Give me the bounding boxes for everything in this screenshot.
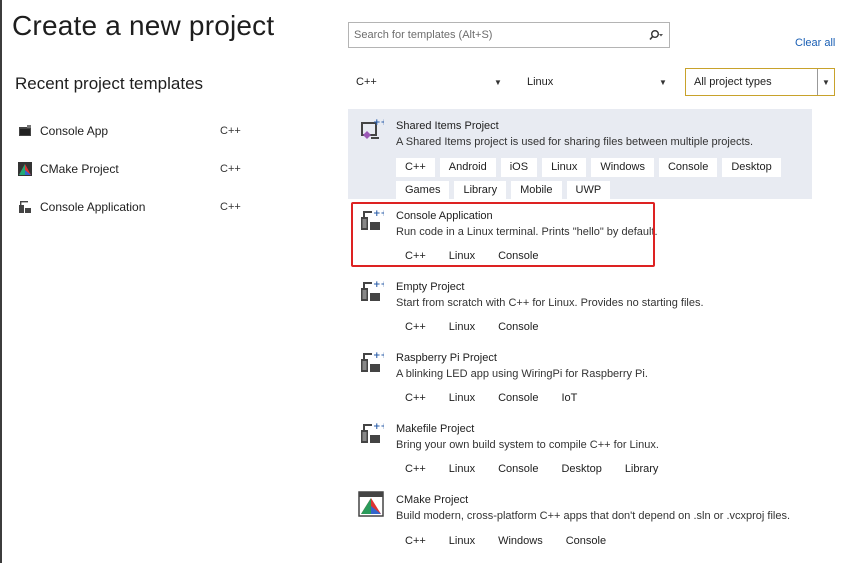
window-left-border [0, 0, 2, 563]
linux-console-icon [18, 200, 32, 214]
linux-console-icon: ++ [358, 349, 388, 375]
tag-console: Console [658, 158, 718, 177]
linux-console-icon: ++ [358, 278, 388, 304]
template-name: Makefile Project [396, 423, 475, 435]
search-templates-box[interactable]: Search for templates (Alt+S) [348, 22, 670, 48]
template-description: Build modern, cross-platform C++ apps th… [396, 510, 791, 522]
recent-item-console-application[interactable]: Console Application C++ [18, 196, 258, 218]
tag-console: Console [489, 389, 548, 408]
recent-item-language: C++ [220, 201, 241, 213]
tag-console: Console [489, 460, 548, 479]
template-name: Raspberry Pi Project [396, 352, 497, 364]
template-description: Start from scratch with C++ for Linux. P… [396, 297, 704, 309]
clear-all-link[interactable]: Clear all [795, 37, 835, 49]
console-app-icon [18, 124, 32, 138]
tag-ios: iOS [500, 158, 538, 177]
svg-text:++: ++ [373, 118, 384, 128]
tag-linux: Linux [439, 532, 485, 551]
tag-console: Console [489, 318, 548, 337]
template-name: Empty Project [396, 281, 465, 293]
tag-linux: Linux [439, 318, 485, 337]
tag-windows: Windows [591, 158, 654, 177]
template-tags: C++ Android iOS Linux Windows Console De… [396, 158, 786, 200]
platform-filter-value: Linux [527, 76, 554, 88]
tag-desktop: Desktop [722, 158, 781, 177]
template-tags: C++ Linux Console Desktop Library [396, 460, 786, 479]
tag-console: Console [556, 532, 616, 551]
cmake-icon [18, 162, 32, 176]
recent-templates-heading: Recent project templates [15, 74, 204, 93]
chevron-down-icon: ▼ [494, 77, 502, 87]
tag-cpp: C++ [396, 158, 435, 177]
linux-console-icon: ++ [358, 420, 388, 446]
svg-text:++: ++ [373, 422, 384, 432]
template-description: Bring your own build system to compile C… [396, 439, 659, 451]
tag-linux: Linux [542, 158, 587, 177]
platform-filter-dropdown[interactable]: Linux ▼ [519, 68, 671, 96]
tag-android: Android [439, 158, 496, 177]
template-name: CMake Project [396, 494, 469, 506]
chevron-down-icon: ▼ [817, 69, 834, 95]
template-empty-project[interactable]: ++ Empty Project Start from scratch with… [348, 270, 812, 338]
highlight-box [351, 202, 655, 267]
tag-linux: Linux [439, 460, 485, 479]
template-description: A blinking LED app using WiringPi for Ra… [396, 368, 648, 380]
template-description: A Shared Items project is used for shari… [396, 136, 754, 148]
recent-item-label: Console App [40, 124, 109, 138]
search-icon[interactable] [643, 23, 669, 47]
template-raspberry-pi-project[interactable]: ++ Raspberry Pi Project A blinking LED a… [348, 341, 812, 409]
shared-items-icon: ++ [358, 117, 388, 143]
language-filter-dropdown[interactable]: C++ ▼ [348, 68, 506, 96]
recent-item-language: C++ [220, 163, 241, 175]
template-makefile-project[interactable]: ++ Makefile Project Bring your own build… [348, 412, 812, 480]
tag-windows: Windows [489, 532, 552, 551]
tag-desktop: Desktop [552, 460, 611, 479]
template-tags: C++ Linux Console IoT [396, 389, 786, 408]
recent-item-console-app[interactable]: Console App C++ [18, 120, 258, 142]
tag-linux: Linux [439, 389, 485, 408]
page-title: Create a new project [12, 10, 275, 41]
cmake-icon [358, 491, 384, 517]
svg-text:++: ++ [373, 280, 384, 290]
tag-iot: IoT [552, 389, 587, 408]
tag-mobile: Mobile [511, 181, 562, 200]
recent-item-language: C++ [220, 125, 241, 137]
template-cmake-project[interactable]: CMake Project Build modern, cross-platfo… [348, 483, 812, 555]
tag-library: Library [615, 460, 668, 479]
chevron-down-icon: ▼ [659, 77, 667, 87]
tag-library: Library [454, 181, 507, 200]
project-type-filter-value: All project types [694, 76, 772, 88]
template-tags: C++ Linux Console [396, 318, 786, 337]
search-input[interactable]: Search for templates (Alt+S) [349, 29, 643, 41]
tag-cpp: C++ [396, 532, 435, 551]
project-type-filter-dropdown[interactable]: All project types ▼ [685, 68, 835, 96]
svg-text:++: ++ [373, 351, 384, 361]
tag-uwp: UWP [566, 181, 611, 200]
tag-games: Games [396, 181, 450, 200]
recent-item-cmake-project[interactable]: CMake Project C++ [18, 158, 258, 180]
tag-cpp: C++ [396, 389, 435, 408]
recent-item-label: CMake Project [40, 162, 119, 176]
tag-cpp: C++ [396, 460, 435, 479]
template-name: Shared Items Project [396, 120, 499, 132]
recent-item-label: Console Application [40, 200, 146, 214]
template-tags: C++ Linux Windows Console [396, 532, 786, 551]
language-filter-value: C++ [356, 76, 377, 88]
template-shared-items-project[interactable]: ++ Shared Items Project A Shared Items p… [348, 109, 812, 200]
tag-cpp: C++ [396, 318, 435, 337]
